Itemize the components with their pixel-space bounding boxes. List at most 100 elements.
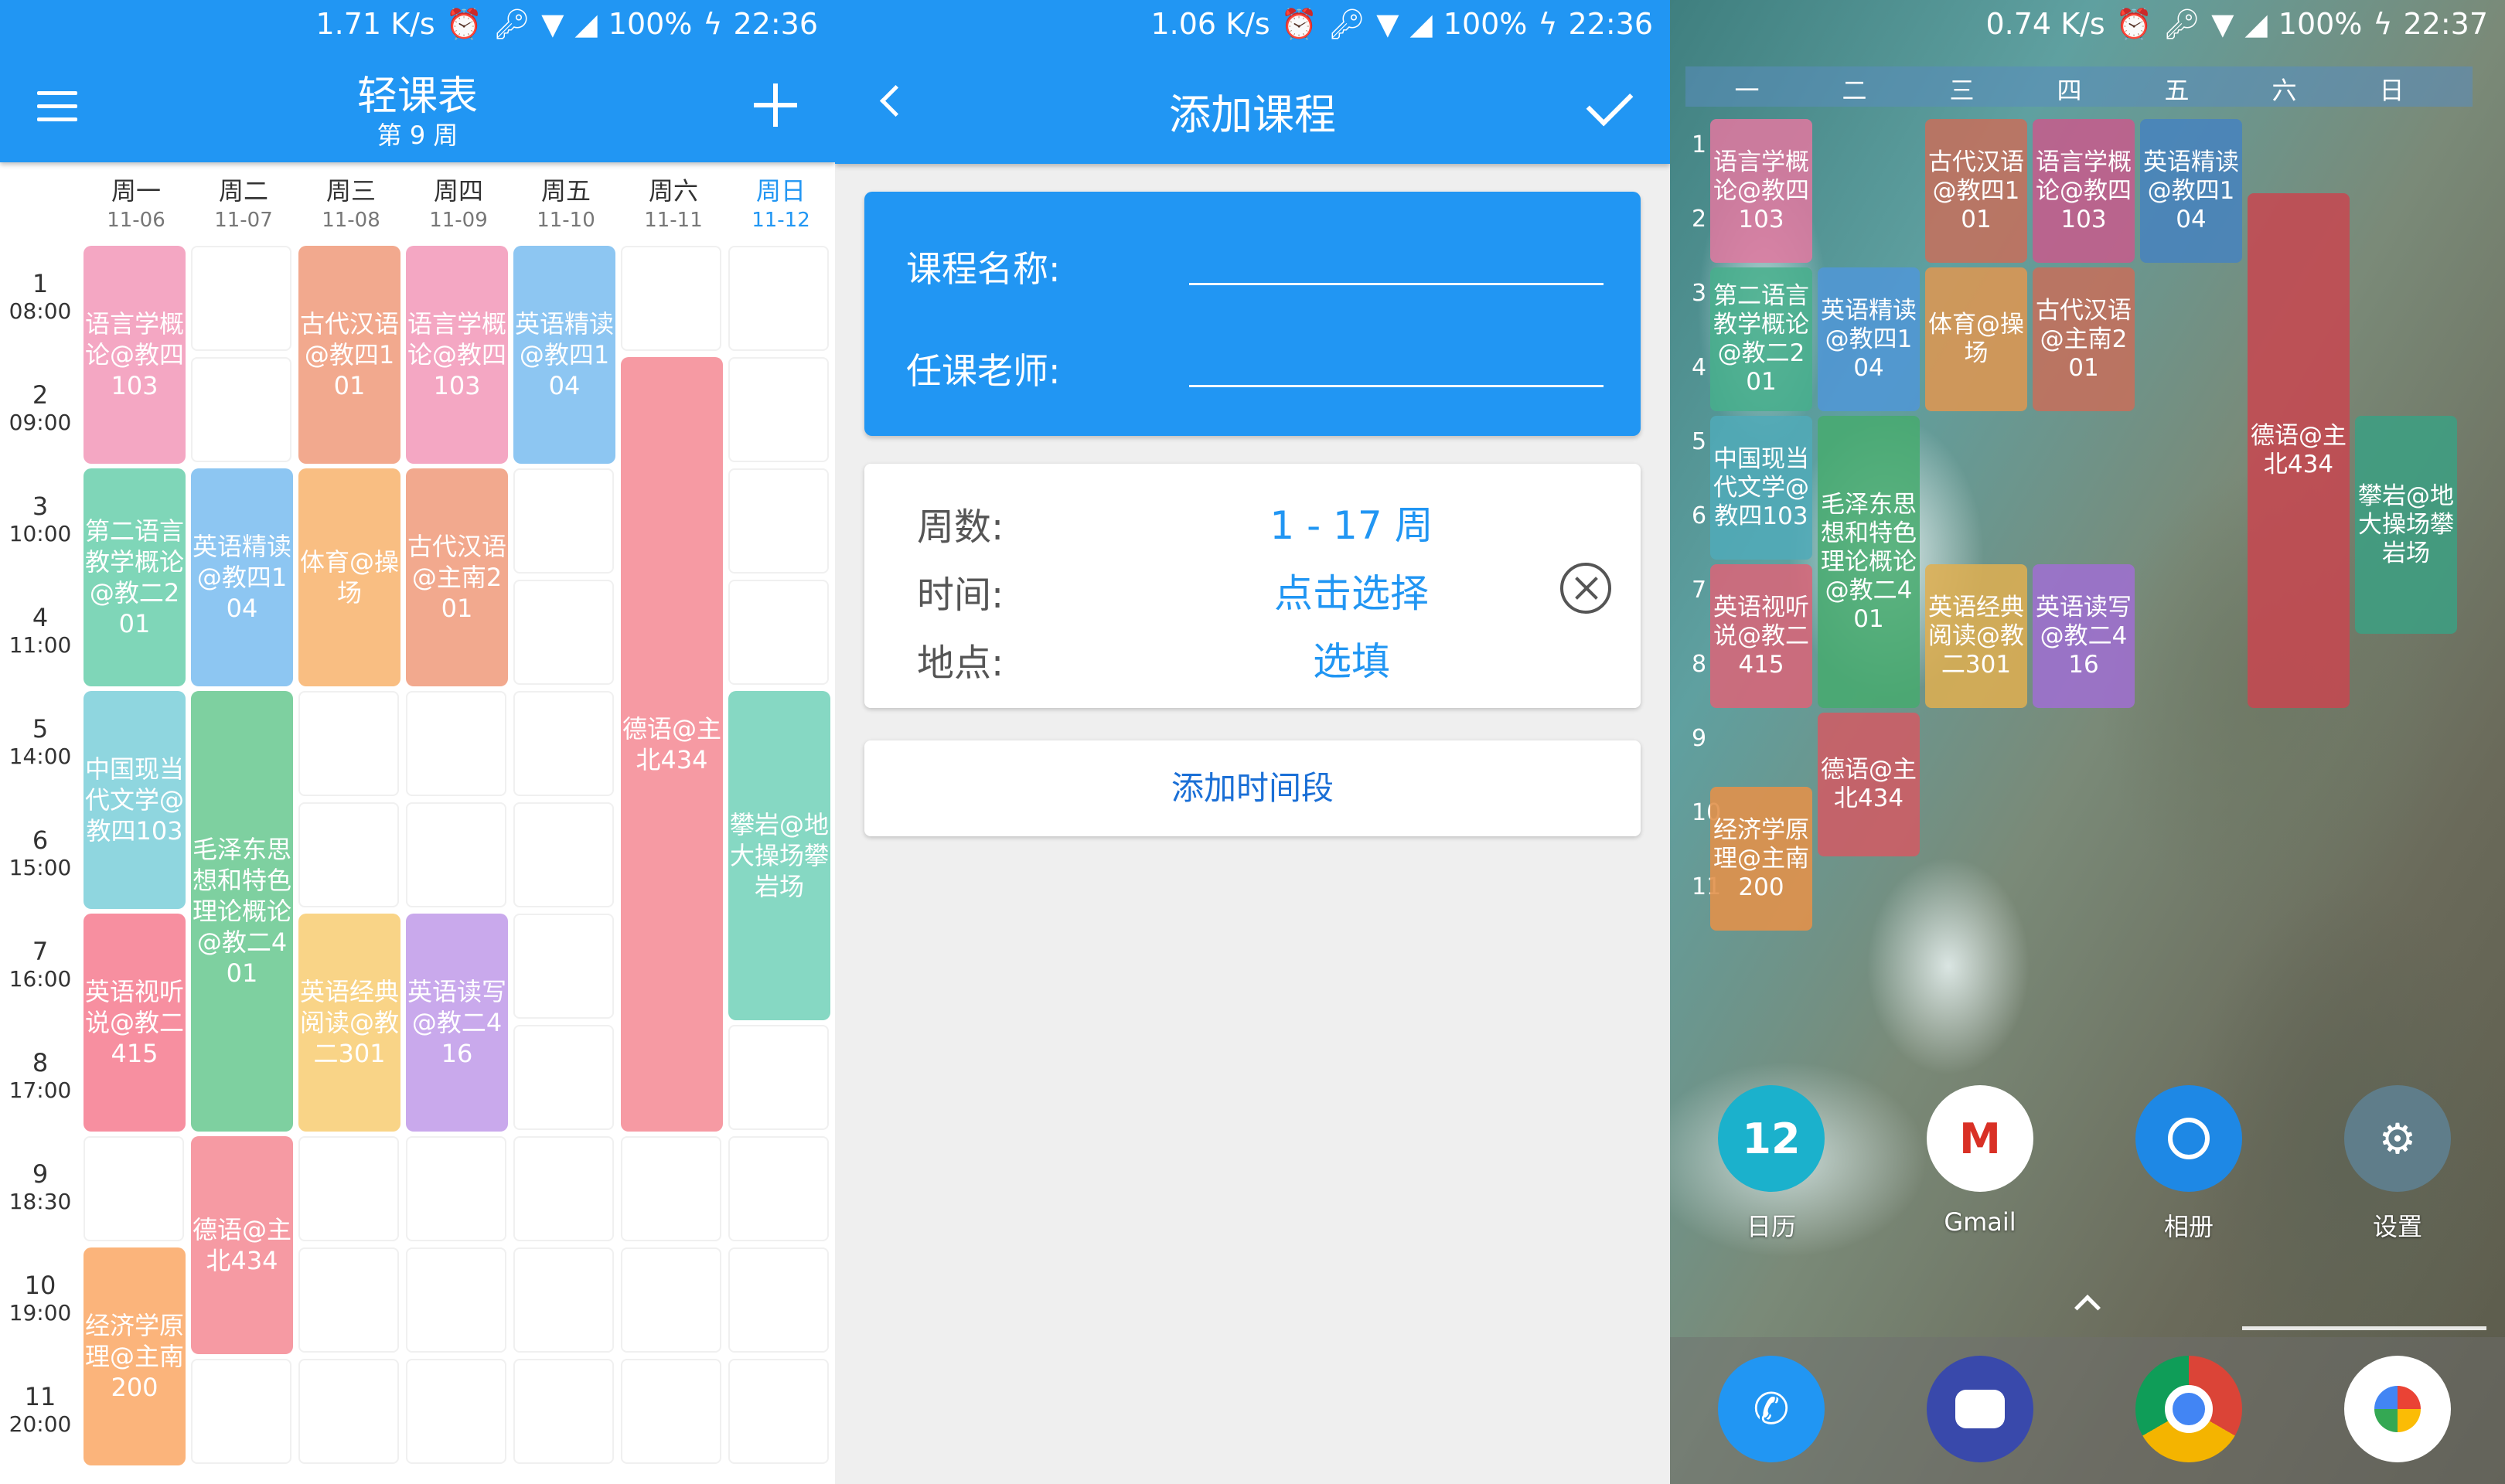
camera-icon[interactable] bbox=[2344, 1356, 2451, 1462]
course-card[interactable]: 攀岩@地大操场攀岩场 bbox=[728, 691, 830, 1020]
course-card[interactable]: 古代汉语@主南201 bbox=[406, 468, 508, 686]
course-name-field[interactable] bbox=[1189, 283, 1604, 285]
empty-slot[interactable] bbox=[728, 1136, 829, 1241]
empty-slot[interactable] bbox=[191, 357, 291, 462]
period-9: 9 18:30 bbox=[0, 1159, 80, 1214]
empty-slot[interactable] bbox=[513, 691, 614, 796]
course-card[interactable]: 中国现当代文学@教四103 bbox=[84, 691, 186, 909]
empty-slot[interactable] bbox=[406, 691, 506, 796]
widget-course-card[interactable]: 古代汉语@主南201 bbox=[2033, 267, 2135, 411]
photos-icon[interactable] bbox=[2135, 1085, 2242, 1192]
empty-slot[interactable] bbox=[406, 802, 506, 907]
widget-course-card[interactable]: 英语精读@教四104 bbox=[2140, 119, 2242, 263]
messages-icon[interactable] bbox=[1927, 1356, 2033, 1462]
widget-course-card[interactable]: 英语精读@教四104 bbox=[1818, 267, 1920, 411]
empty-slot[interactable] bbox=[728, 1247, 829, 1353]
place-input[interactable]: 选填 bbox=[1174, 631, 1529, 686]
empty-slot[interactable] bbox=[406, 1359, 506, 1464]
widget-course-card[interactable]: 体育@操场 bbox=[1925, 267, 2027, 411]
empty-slot[interactable] bbox=[728, 1359, 829, 1464]
course-card[interactable]: 英语视听说@教二415 bbox=[84, 914, 186, 1132]
course-card[interactable]: 第二语言教学概论@教二201 bbox=[84, 468, 186, 686]
widget-period-8: 8 bbox=[1692, 651, 1707, 678]
empty-slot[interactable] bbox=[728, 1025, 829, 1130]
empty-slot[interactable] bbox=[513, 1359, 614, 1464]
widget-course-card[interactable]: 英语视听说@教二415 bbox=[1710, 564, 1812, 708]
course-card[interactable]: 德语@主北434 bbox=[621, 357, 723, 1132]
empty-slot[interactable] bbox=[728, 468, 829, 574]
widget-course-text: 德语@主北434 bbox=[1821, 756, 1917, 812]
widget-course-card[interactable]: 英语经典阅读@教二301 bbox=[1925, 564, 2027, 708]
course-card[interactable]: 英语读写@教二416 bbox=[406, 914, 508, 1132]
widget-course-card[interactable]: 经济学原理@主南200 bbox=[1710, 787, 1812, 931]
week-label[interactable]: 第 9 周 bbox=[0, 116, 835, 151]
period-time: 09:00 bbox=[9, 410, 72, 435]
course-card[interactable]: 经济学原理@主南200 bbox=[84, 1247, 186, 1465]
course-card[interactable]: 英语精读@教四104 bbox=[191, 468, 293, 686]
time-picker[interactable]: 点击选择 bbox=[1174, 563, 1529, 618]
empty-slot[interactable] bbox=[728, 580, 829, 685]
empty-slot[interactable] bbox=[298, 1359, 399, 1464]
widget-course-card[interactable]: 古代汉语@教四101 bbox=[1925, 119, 2027, 263]
course-card[interactable]: 语言学概论@教四103 bbox=[406, 246, 508, 464]
day-name: 周四 bbox=[433, 176, 483, 206]
add-course-icon[interactable] bbox=[754, 83, 797, 127]
widget-course-card[interactable]: 毛泽东思想和特色理论概论@教二401 bbox=[1818, 416, 1920, 708]
settings-icon[interactable]: ⚙ bbox=[2344, 1085, 2451, 1192]
teacher-field[interactable] bbox=[1189, 385, 1604, 387]
empty-slot[interactable] bbox=[298, 1136, 399, 1241]
empty-slot[interactable] bbox=[513, 914, 614, 1019]
add-time-slot-button[interactable]: 添加时间段 bbox=[864, 740, 1641, 836]
course-card[interactable]: 体育@操场 bbox=[298, 468, 400, 686]
empty-slot[interactable] bbox=[298, 691, 399, 796]
empty-slot[interactable] bbox=[728, 246, 829, 351]
empty-slot[interactable] bbox=[406, 1136, 506, 1241]
status-bar: 1.06 K/s ⏰ 🔑︎ ▼ ◢ 100% ϟ 22:36 bbox=[835, 0, 1670, 48]
chrome-icon[interactable] bbox=[2135, 1356, 2242, 1462]
empty-slot[interactable] bbox=[513, 1025, 614, 1130]
empty-slot[interactable] bbox=[621, 1136, 721, 1241]
widget-course-card[interactable]: 英语读写@教二416 bbox=[2033, 564, 2135, 708]
confirm-check-icon[interactable] bbox=[1586, 82, 1638, 121]
empty-slot[interactable] bbox=[298, 802, 399, 907]
course-card[interactable]: 英语精读@教四104 bbox=[513, 246, 615, 464]
empty-slot[interactable] bbox=[621, 1359, 721, 1464]
widget-course-card[interactable]: 语言学概论@教四103 bbox=[1710, 119, 1812, 263]
period-4: 4 11:00 bbox=[0, 603, 80, 658]
course-card[interactable]: 古代汉语@教四101 bbox=[298, 246, 400, 464]
day-date: 11-12 bbox=[752, 209, 810, 232]
empty-slot[interactable] bbox=[513, 1136, 614, 1241]
empty-slot[interactable] bbox=[513, 1247, 614, 1353]
empty-slot[interactable] bbox=[621, 1247, 721, 1353]
empty-slot[interactable] bbox=[406, 1247, 506, 1353]
phone-icon[interactable]: ✆ bbox=[1718, 1356, 1825, 1462]
widget-course-card[interactable]: 德语@主北434 bbox=[2248, 193, 2350, 708]
empty-slot[interactable] bbox=[513, 580, 614, 685]
widget-course-card[interactable]: 中国现当代文学@教四103 bbox=[1710, 416, 1812, 560]
remove-slot-icon[interactable] bbox=[1560, 563, 1611, 614]
day-name: 周五 bbox=[540, 176, 591, 206]
empty-slot[interactable] bbox=[728, 357, 829, 462]
course-card[interactable]: 语言学概论@教四103 bbox=[84, 246, 186, 464]
course-text: 体育@操场 bbox=[300, 547, 400, 608]
widget-course-card[interactable]: 语言学概论@教四103 bbox=[2033, 119, 2135, 263]
weeks-value[interactable]: 1 - 17 周 bbox=[1174, 495, 1529, 550]
course-card[interactable]: 德语@主北434 bbox=[191, 1136, 293, 1354]
empty-slot[interactable] bbox=[84, 1136, 184, 1241]
empty-slot[interactable] bbox=[513, 468, 614, 574]
gmail-icon[interactable]: M bbox=[1927, 1085, 2033, 1192]
widget-course-card[interactable]: 攀岩@地大操场攀岩场 bbox=[2355, 416, 2457, 634]
course-text: 语言学概论@教四103 bbox=[407, 309, 507, 400]
empty-slot[interactable] bbox=[513, 802, 614, 907]
widget-period-4: 4 bbox=[1692, 354, 1707, 381]
widget-course-card[interactable]: 德语@主北434 bbox=[1818, 713, 1920, 856]
calendar-icon[interactable]: 12 bbox=[1718, 1085, 1825, 1192]
course-card[interactable]: 毛泽东思想和特色理论概论@教二401 bbox=[191, 691, 293, 1132]
course-card[interactable]: 英语经典阅读@教二301 bbox=[298, 914, 400, 1132]
clock: 22:37 bbox=[2403, 7, 2488, 41]
empty-slot[interactable] bbox=[621, 246, 721, 351]
empty-slot[interactable] bbox=[298, 1247, 399, 1353]
empty-slot[interactable] bbox=[191, 1359, 291, 1464]
widget-course-card[interactable]: 第二语言教学概论@教二201 bbox=[1710, 267, 1812, 411]
empty-slot[interactable] bbox=[191, 246, 291, 351]
